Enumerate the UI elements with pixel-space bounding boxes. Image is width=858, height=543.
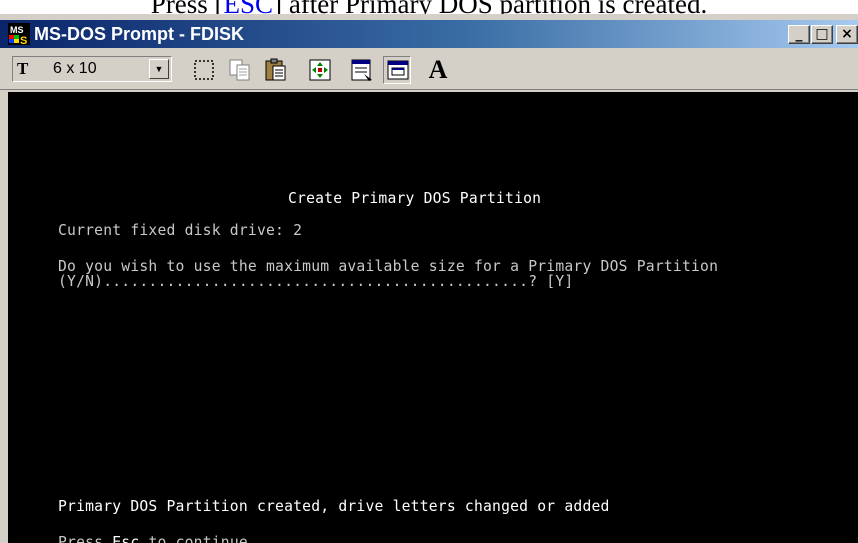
continue-line: Press Esc to continue xyxy=(58,534,248,543)
svg-text:S: S xyxy=(20,35,27,45)
ms-dos-window: MS S MS-DOS Prompt - FDISK _ □ × T 6 x 1… xyxy=(0,14,858,543)
status-line: Primary DOS Partition created, drive let… xyxy=(58,498,610,515)
paste-icon[interactable] xyxy=(262,56,290,84)
window-title: MS-DOS Prompt - FDISK xyxy=(34,24,244,44)
page-caption: Press [ESC] after Primary DOS partition … xyxy=(0,0,858,14)
close-button[interactable]: × xyxy=(836,25,858,44)
caption-text-after: ] after Primary DOS partition is created… xyxy=(273,0,707,14)
properties-icon[interactable] xyxy=(348,56,376,84)
continue-prefix: Press xyxy=(58,534,113,543)
font-size-value: 6 x 10 xyxy=(53,60,97,77)
console-heading: Create Primary DOS Partition xyxy=(288,190,542,207)
font-icon[interactable]: A xyxy=(424,56,452,84)
caption-text-before: Press [ xyxy=(151,0,224,14)
font-size-select[interactable]: T 6 x 10 ▼ xyxy=(12,56,172,82)
chevron-down-icon[interactable]: ▼ xyxy=(149,59,169,79)
title-bar[interactable]: MS S MS-DOS Prompt - FDISK _ □ × xyxy=(0,20,858,48)
svg-text:MS: MS xyxy=(10,25,24,35)
esc-key: Esc xyxy=(112,534,140,543)
toolbar: T 6 x 10 ▼ A xyxy=(0,48,858,90)
continue-suffix: to continue xyxy=(139,534,248,543)
esc-link[interactable]: ESC xyxy=(224,0,274,14)
console-screen[interactable]: Create Primary DOS Partition Current fix… xyxy=(8,92,858,543)
full-screen-icon[interactable] xyxy=(306,56,334,84)
maximize-button[interactable]: □ xyxy=(811,25,833,44)
ms-dos-icon[interactable]: MS S xyxy=(8,23,30,47)
copy-icon[interactable] xyxy=(226,56,254,84)
truetype-font-icon: T xyxy=(17,59,29,78)
minimize-button[interactable]: _ xyxy=(788,25,810,44)
mark-icon[interactable] xyxy=(190,56,218,84)
question-line-2: (Y/N)...................................… xyxy=(58,273,574,290)
background-icon[interactable] xyxy=(383,56,411,84)
drive-line: Current fixed disk drive: 2 xyxy=(58,222,303,239)
